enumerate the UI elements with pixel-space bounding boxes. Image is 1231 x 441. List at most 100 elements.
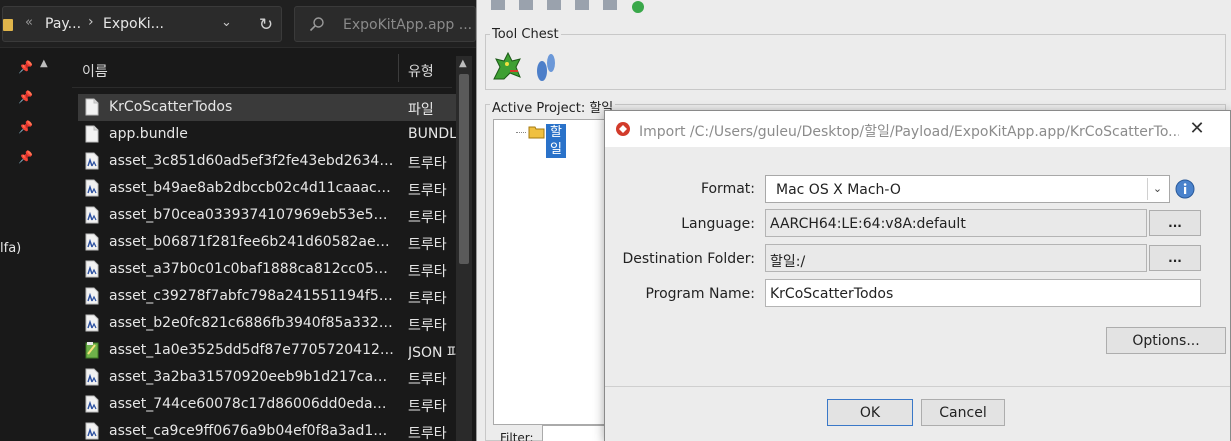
- pin-icon[interactable]: 📌: [18, 90, 33, 106]
- project-tree: 할일: [493, 119, 613, 425]
- scrollbar-thumb[interactable]: [459, 74, 469, 264]
- breadcrumb-segment-expokit[interactable]: ExpoKi...: [103, 16, 164, 32]
- chevron-down-icon[interactable]: ⌄: [1147, 178, 1167, 200]
- file-type: 트루타: [408, 210, 447, 226]
- arrow-icon[interactable]: [573, 0, 591, 14]
- breadcrumb-segment-payload[interactable]: Pay...: [45, 16, 81, 32]
- file-row[interactable]: asset_3a2ba31570920eeb9b1d217cabe5... 트루타: [78, 364, 456, 391]
- file-row[interactable]: asset_b06871f281fee6b241d60582ae936... 트루…: [78, 229, 456, 256]
- folder-open-icon: [528, 126, 545, 139]
- font-icon: [85, 233, 99, 251]
- file-type: 파일: [408, 102, 434, 118]
- file-name: asset_744ce60078c17d86006dd0edabcd...: [109, 396, 394, 412]
- file-row[interactable]: asset_b49ae8ab2dbccb02c4d11caaacf09... 트루…: [78, 175, 456, 202]
- file-name: asset_c39278f7abfc798a241551194f55e2...: [109, 288, 394, 304]
- file-name: asset_b06871f281fee6b241d60582ae936...: [109, 234, 394, 250]
- program-name-input[interactable]: KrCoScatterTodos: [765, 279, 1201, 307]
- arrow-icon[interactable]: [545, 0, 563, 14]
- info-icon[interactable]: [1175, 179, 1195, 199]
- chevron-right-icon[interactable]: ›: [88, 14, 94, 30]
- file-row[interactable]: asset_1a0e3525dd5df87e77057204129a5... JS…: [78, 337, 456, 364]
- explorer-toolbar: « Pay... › ExpoKi... ⌄ ↻: [0, 0, 476, 48]
- destination-label: Destination Folder:: [622, 251, 755, 267]
- file-name: asset_b70cea0339374107969eb53e5b1f6...: [109, 207, 394, 223]
- file-row[interactable]: asset_b2e0fc821c6886fb3940f85a332000... 트…: [78, 310, 456, 337]
- font-icon: [85, 206, 99, 224]
- font-icon: [85, 395, 99, 413]
- breadcrumb-overflow[interactable]: «: [25, 15, 33, 30]
- file-type: 트루타: [408, 372, 447, 388]
- dialog-title: Import /C:/Users/guleu/Desktop/할일/Payloa…: [639, 124, 1179, 140]
- file-type: 트루타: [408, 399, 447, 415]
- nav-item-partial[interactable]: lfa): [0, 241, 21, 256]
- file-type: BUNDLE: [408, 126, 456, 142]
- column-header: 이름 유형: [72, 48, 452, 88]
- file-name: asset_3c851d60ad5ef3f2fe43ebd263490...: [109, 153, 394, 169]
- tree-connector: [516, 132, 526, 133]
- dialog-title-bar[interactable]: Import /C:/Users/guleu/Desktop/할일/Payloa…: [605, 111, 1230, 147]
- file-row[interactable]: asset_ca9ce9ff0676a9b04ef0f8a3ad17dd... 트…: [78, 418, 456, 441]
- file-row[interactable]: asset_c39278f7abfc798a241551194f55e2... 트…: [78, 283, 456, 310]
- file-row[interactable]: KrCoScatterTodos 파일: [78, 94, 456, 121]
- pin-icon[interactable]: 📌: [18, 150, 33, 166]
- font-icon: [85, 287, 99, 305]
- arrow-icon[interactable]: [601, 0, 619, 14]
- file-type: JSON 파: [408, 345, 456, 361]
- file-name: asset_a37b0c01c0baf1888ca812cc0508f6...: [109, 261, 394, 277]
- file-icon: [85, 98, 99, 116]
- ghidra-app-icon: [616, 122, 630, 136]
- search-box[interactable]: [294, 6, 476, 42]
- navigation-pane: 📌 📌 📌 📌 lfa): [0, 48, 40, 441]
- file-name: asset_b2e0fc821c6886fb3940f85a332000...: [109, 315, 394, 331]
- language-value: AARCH64:LE:64:v8A:default: [770, 216, 966, 232]
- language-browse-button[interactable]: ...: [1149, 210, 1201, 236]
- vertical-scrollbar[interactable]: ▲: [456, 56, 472, 441]
- format-label: Format:: [700, 181, 755, 197]
- file-name: KrCoScatterTodos: [109, 99, 233, 115]
- arrow-icon[interactable]: [517, 0, 535, 14]
- column-name[interactable]: 이름: [82, 61, 108, 81]
- close-icon[interactable]: ✕: [1177, 115, 1217, 143]
- program-name-value: KrCoScatterTodos: [770, 286, 894, 302]
- file-row[interactable]: asset_3c851d60ad5ef3f2fe43ebd263490... 트루…: [78, 148, 456, 175]
- file-name: asset_1a0e3525dd5df87e77057204129a5...: [109, 342, 394, 358]
- file-name: asset_ca9ce9ff0676a9b04ef0f8a3ad17dd...: [109, 423, 394, 439]
- pin-icon[interactable]: 📌: [18, 120, 33, 136]
- pin-icon[interactable]: 📌: [18, 60, 33, 76]
- search-input[interactable]: [343, 15, 473, 35]
- refresh-icon[interactable]: ↻: [251, 15, 281, 35]
- chevron-up-icon[interactable]: ▲: [459, 58, 467, 69]
- tree-node-label[interactable]: 할일: [546, 124, 566, 158]
- folder-icon: [3, 19, 13, 31]
- language-label: Language:: [681, 216, 755, 232]
- file-row[interactable]: asset_744ce60078c17d86006dd0edabcd... 트루타: [78, 391, 456, 418]
- file-row[interactable]: app.bundle BUNDLE: [78, 121, 456, 148]
- file-explorer-window: « Pay... › ExpoKi... ⌄ ↻ 📌 📌 📌 📌 lfa) ▲ …: [0, 0, 476, 441]
- font-icon: [85, 260, 99, 278]
- check-icon[interactable]: [629, 0, 647, 14]
- arrow-icon[interactable]: [489, 0, 507, 14]
- version-tracking-icon[interactable]: [534, 51, 558, 83]
- file-type: 트루타: [408, 156, 447, 172]
- file-row[interactable]: asset_a37b0c01c0baf1888ca812cc0508f6... 트…: [78, 256, 456, 283]
- format-select[interactable]: Mac OS X Mach-O ⌄: [765, 175, 1170, 203]
- destination-browse-button[interactable]: ...: [1149, 245, 1201, 271]
- column-divider[interactable]: [398, 54, 399, 82]
- cancel-button[interactable]: Cancel: [921, 399, 1005, 426]
- dialog-button-bar: OK Cancel: [605, 387, 1230, 441]
- file-name: asset_b49ae8ab2dbccb02c4d11caaacf09...: [109, 180, 394, 196]
- language-field[interactable]: AARCH64:LE:64:v8A:default: [765, 209, 1147, 237]
- filter-label: Filter:: [500, 431, 534, 441]
- active-project-title: Active Project: 할일: [490, 97, 616, 116]
- file-type: 트루타: [408, 183, 447, 199]
- destination-field[interactable]: 할일:/: [765, 244, 1147, 272]
- options-button[interactable]: Options...: [1106, 327, 1226, 354]
- address-bar[interactable]: « Pay... › ExpoKi... ⌄ ↻: [2, 6, 282, 42]
- chevron-down-icon[interactable]: ⌄: [221, 15, 232, 30]
- column-type[interactable]: 유형: [408, 61, 434, 81]
- chevron-up-icon[interactable]: ▲: [40, 58, 54, 72]
- code-browser-dragon-icon[interactable]: [490, 49, 524, 83]
- ok-button[interactable]: OK: [827, 399, 913, 426]
- file-icon: [85, 125, 99, 143]
- file-row[interactable]: asset_b70cea0339374107969eb53e5b1f6... 트루…: [78, 202, 456, 229]
